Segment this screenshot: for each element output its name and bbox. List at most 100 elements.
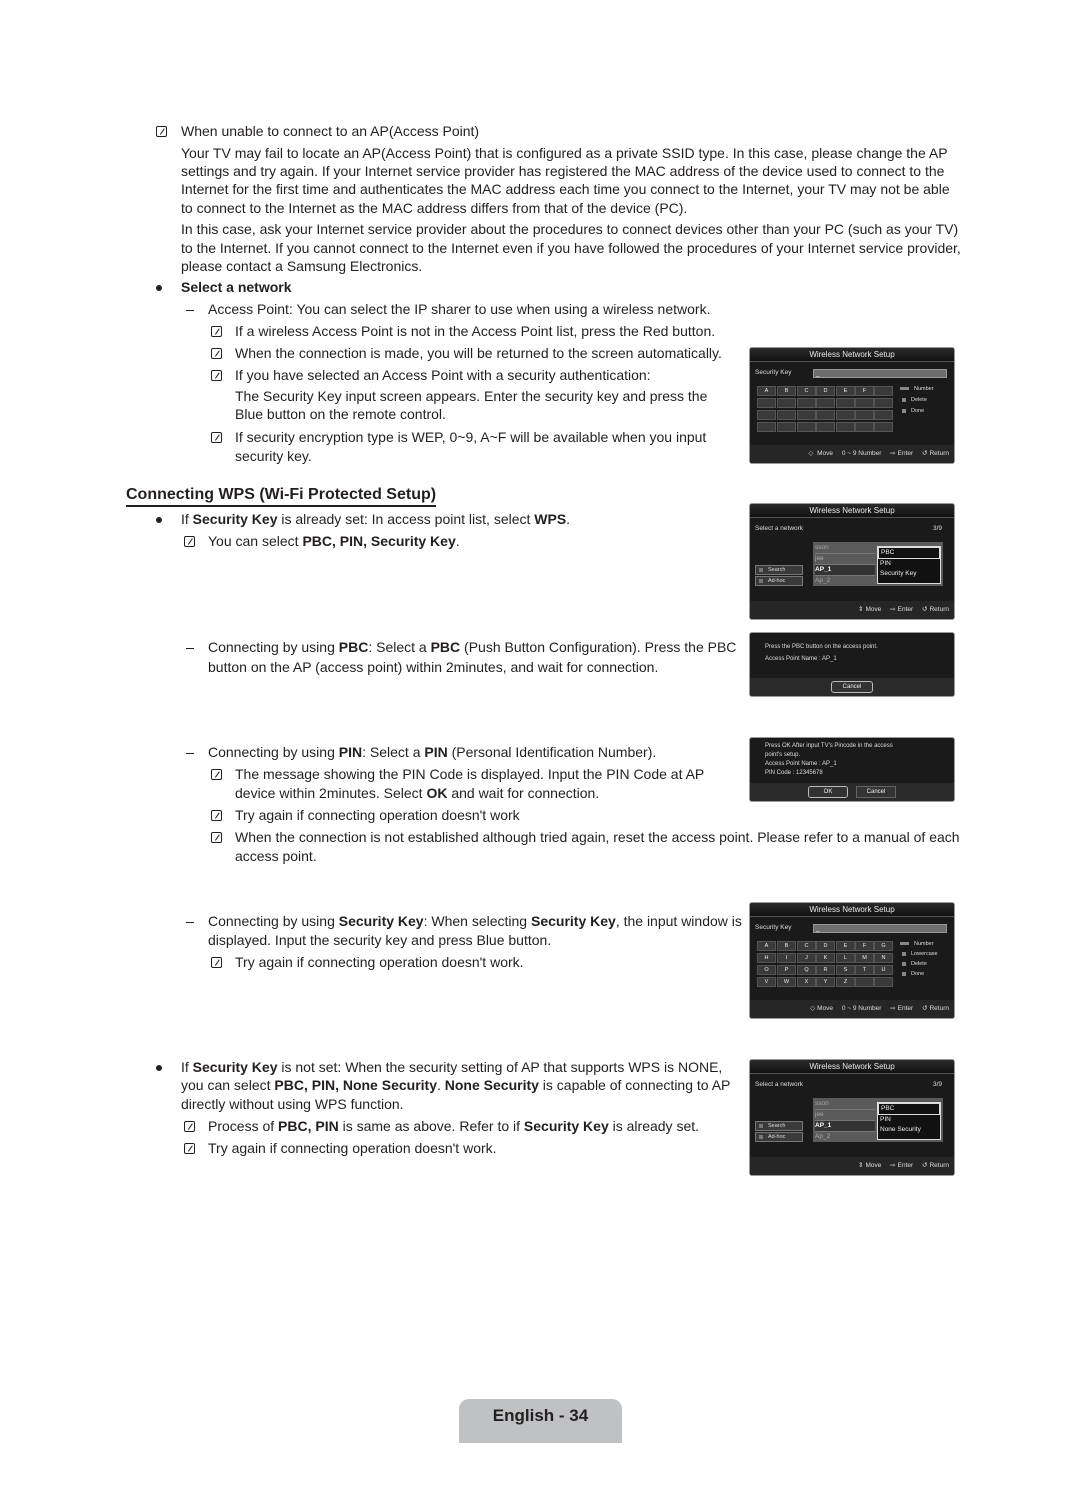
dash-icon: [186, 648, 194, 650]
key-button[interactable]: [855, 977, 874, 987]
return-icon: ↺: [922, 606, 928, 613]
wps-bullet-2-line-1: If Security Key is not set: When the sec…: [181, 1059, 723, 1075]
key-button[interactable]: U: [874, 965, 893, 975]
security-key-field[interactable]: _: [813, 924, 947, 933]
green-button-icon: [759, 1134, 763, 1139]
side-number: Number: [900, 386, 934, 392]
key-button[interactable]: T: [855, 965, 874, 975]
key-button[interactable]: Q: [797, 965, 816, 975]
key-button[interactable]: G: [874, 941, 893, 951]
key-button[interactable]: Y: [816, 977, 835, 987]
key-button[interactable]: A: [757, 941, 776, 951]
key-button[interactable]: Z: [836, 977, 855, 987]
tv-screen-security-key-hex: Wireless Network Setup Security Key _ A …: [749, 347, 955, 464]
option-pbc[interactable]: PBC: [878, 1103, 940, 1115]
key-button[interactable]: [836, 398, 855, 408]
screen-footer: ◇ Move 0 ~ 9 Number ⇨ Enter ↺ Return: [750, 1000, 954, 1018]
key-button[interactable]: F: [855, 386, 874, 396]
key-button[interactable]: V: [757, 977, 776, 987]
key-button[interactable]: S: [836, 965, 855, 975]
network-item[interactable]: jee: [815, 1110, 875, 1121]
note-icon: [211, 769, 222, 780]
key-button[interactable]: [797, 422, 816, 432]
key-button[interactable]: D: [816, 941, 835, 951]
key-button[interactable]: E: [836, 386, 855, 396]
key-button[interactable]: [874, 977, 893, 987]
note-icon: [184, 536, 195, 547]
key-button[interactable]: N: [874, 953, 893, 963]
network-item[interactable]: Ap_2: [815, 1132, 875, 1142]
key-button[interactable]: [874, 398, 893, 408]
key-button[interactable]: [816, 422, 835, 432]
cancel-button[interactable]: Cancel: [856, 786, 896, 798]
key-button[interactable]: E: [836, 941, 855, 951]
key-button[interactable]: [874, 410, 893, 420]
square-icon: [902, 951, 906, 956]
option-none-security[interactable]: None Security: [878, 1125, 940, 1135]
key-button[interactable]: [855, 410, 874, 420]
key-button[interactable]: [874, 422, 893, 432]
ok-button[interactable]: OK: [808, 786, 848, 798]
option-security-key[interactable]: Security Key: [878, 569, 940, 579]
key-button[interactable]: A: [757, 386, 776, 396]
key-button[interactable]: [757, 398, 776, 408]
key-button[interactable]: B: [777, 386, 796, 396]
key-button[interactable]: [855, 398, 874, 408]
search-button[interactable]: Search: [755, 1121, 803, 1131]
key-button[interactable]: M: [855, 953, 874, 963]
key-button[interactable]: [757, 410, 776, 420]
security-key-field[interactable]: _: [813, 369, 947, 378]
key-button[interactable]: P: [777, 965, 796, 975]
key-button[interactable]: X: [797, 977, 816, 987]
screen-title: Wireless Network Setup: [750, 348, 954, 362]
network-item-selected[interactable]: AP_1: [815, 1121, 875, 1132]
access-point-text: Access Point: You can select the IP shar…: [208, 301, 711, 317]
side-number: Number: [900, 941, 934, 947]
key-button[interactable]: J: [797, 953, 816, 963]
key-button[interactable]: C: [797, 941, 816, 951]
adhoc-button[interactable]: Ad-hoc: [755, 1132, 803, 1142]
option-pbc[interactable]: PBC: [878, 547, 940, 559]
note-text: When the connection is made, you will be…: [235, 345, 722, 361]
pin-message-cont: point's setup.: [765, 752, 801, 758]
option-pin[interactable]: PIN: [878, 1115, 940, 1125]
key-button[interactable]: L: [836, 953, 855, 963]
key-button[interactable]: [757, 422, 776, 432]
option-pin[interactable]: PIN: [878, 559, 940, 569]
key-button[interactable]: R: [816, 965, 835, 975]
key-button[interactable]: [816, 398, 835, 408]
network-item[interactable]: sson: [815, 1099, 875, 1110]
key-button[interactable]: F: [855, 941, 874, 951]
key-button[interactable]: I: [777, 953, 796, 963]
key-button[interactable]: [836, 410, 855, 420]
note-icon: [184, 1121, 195, 1132]
key-button[interactable]: [777, 410, 796, 420]
key-button[interactable]: [855, 422, 874, 432]
key-button[interactable]: B: [777, 941, 796, 951]
network-item-selected[interactable]: AP_1: [815, 565, 875, 576]
network-item[interactable]: jee: [815, 554, 875, 565]
key-button[interactable]: [836, 422, 855, 432]
network-item[interactable]: sson: [815, 543, 875, 554]
key-button[interactable]: [777, 398, 796, 408]
key-button[interactable]: [816, 410, 835, 420]
search-button[interactable]: Search: [755, 565, 803, 575]
key-button[interactable]: O: [757, 965, 776, 975]
key-button[interactable]: [874, 386, 893, 396]
key-button[interactable]: [797, 398, 816, 408]
cancel-button[interactable]: Cancel: [831, 681, 873, 693]
key-button[interactable]: D: [816, 386, 835, 396]
bullet-icon: [156, 285, 162, 291]
enter-icon: ⇨: [890, 1005, 896, 1012]
key-button[interactable]: C: [797, 386, 816, 396]
paragraph-line: to connect to the Internet as the MAC ad…: [181, 200, 688, 216]
tv-screen-security-key-full: Wireless Network Setup Security Key _ AB…: [749, 902, 955, 1019]
network-item[interactable]: Ap_2: [815, 576, 875, 586]
key-button[interactable]: [797, 410, 816, 420]
key-button[interactable]: [777, 422, 796, 432]
key-button[interactable]: H: [757, 953, 776, 963]
note-text: When the connection is not established a…: [235, 829, 960, 845]
key-button[interactable]: W: [777, 977, 796, 987]
key-button[interactable]: K: [816, 953, 835, 963]
adhoc-button[interactable]: Ad-hoc: [755, 576, 803, 586]
